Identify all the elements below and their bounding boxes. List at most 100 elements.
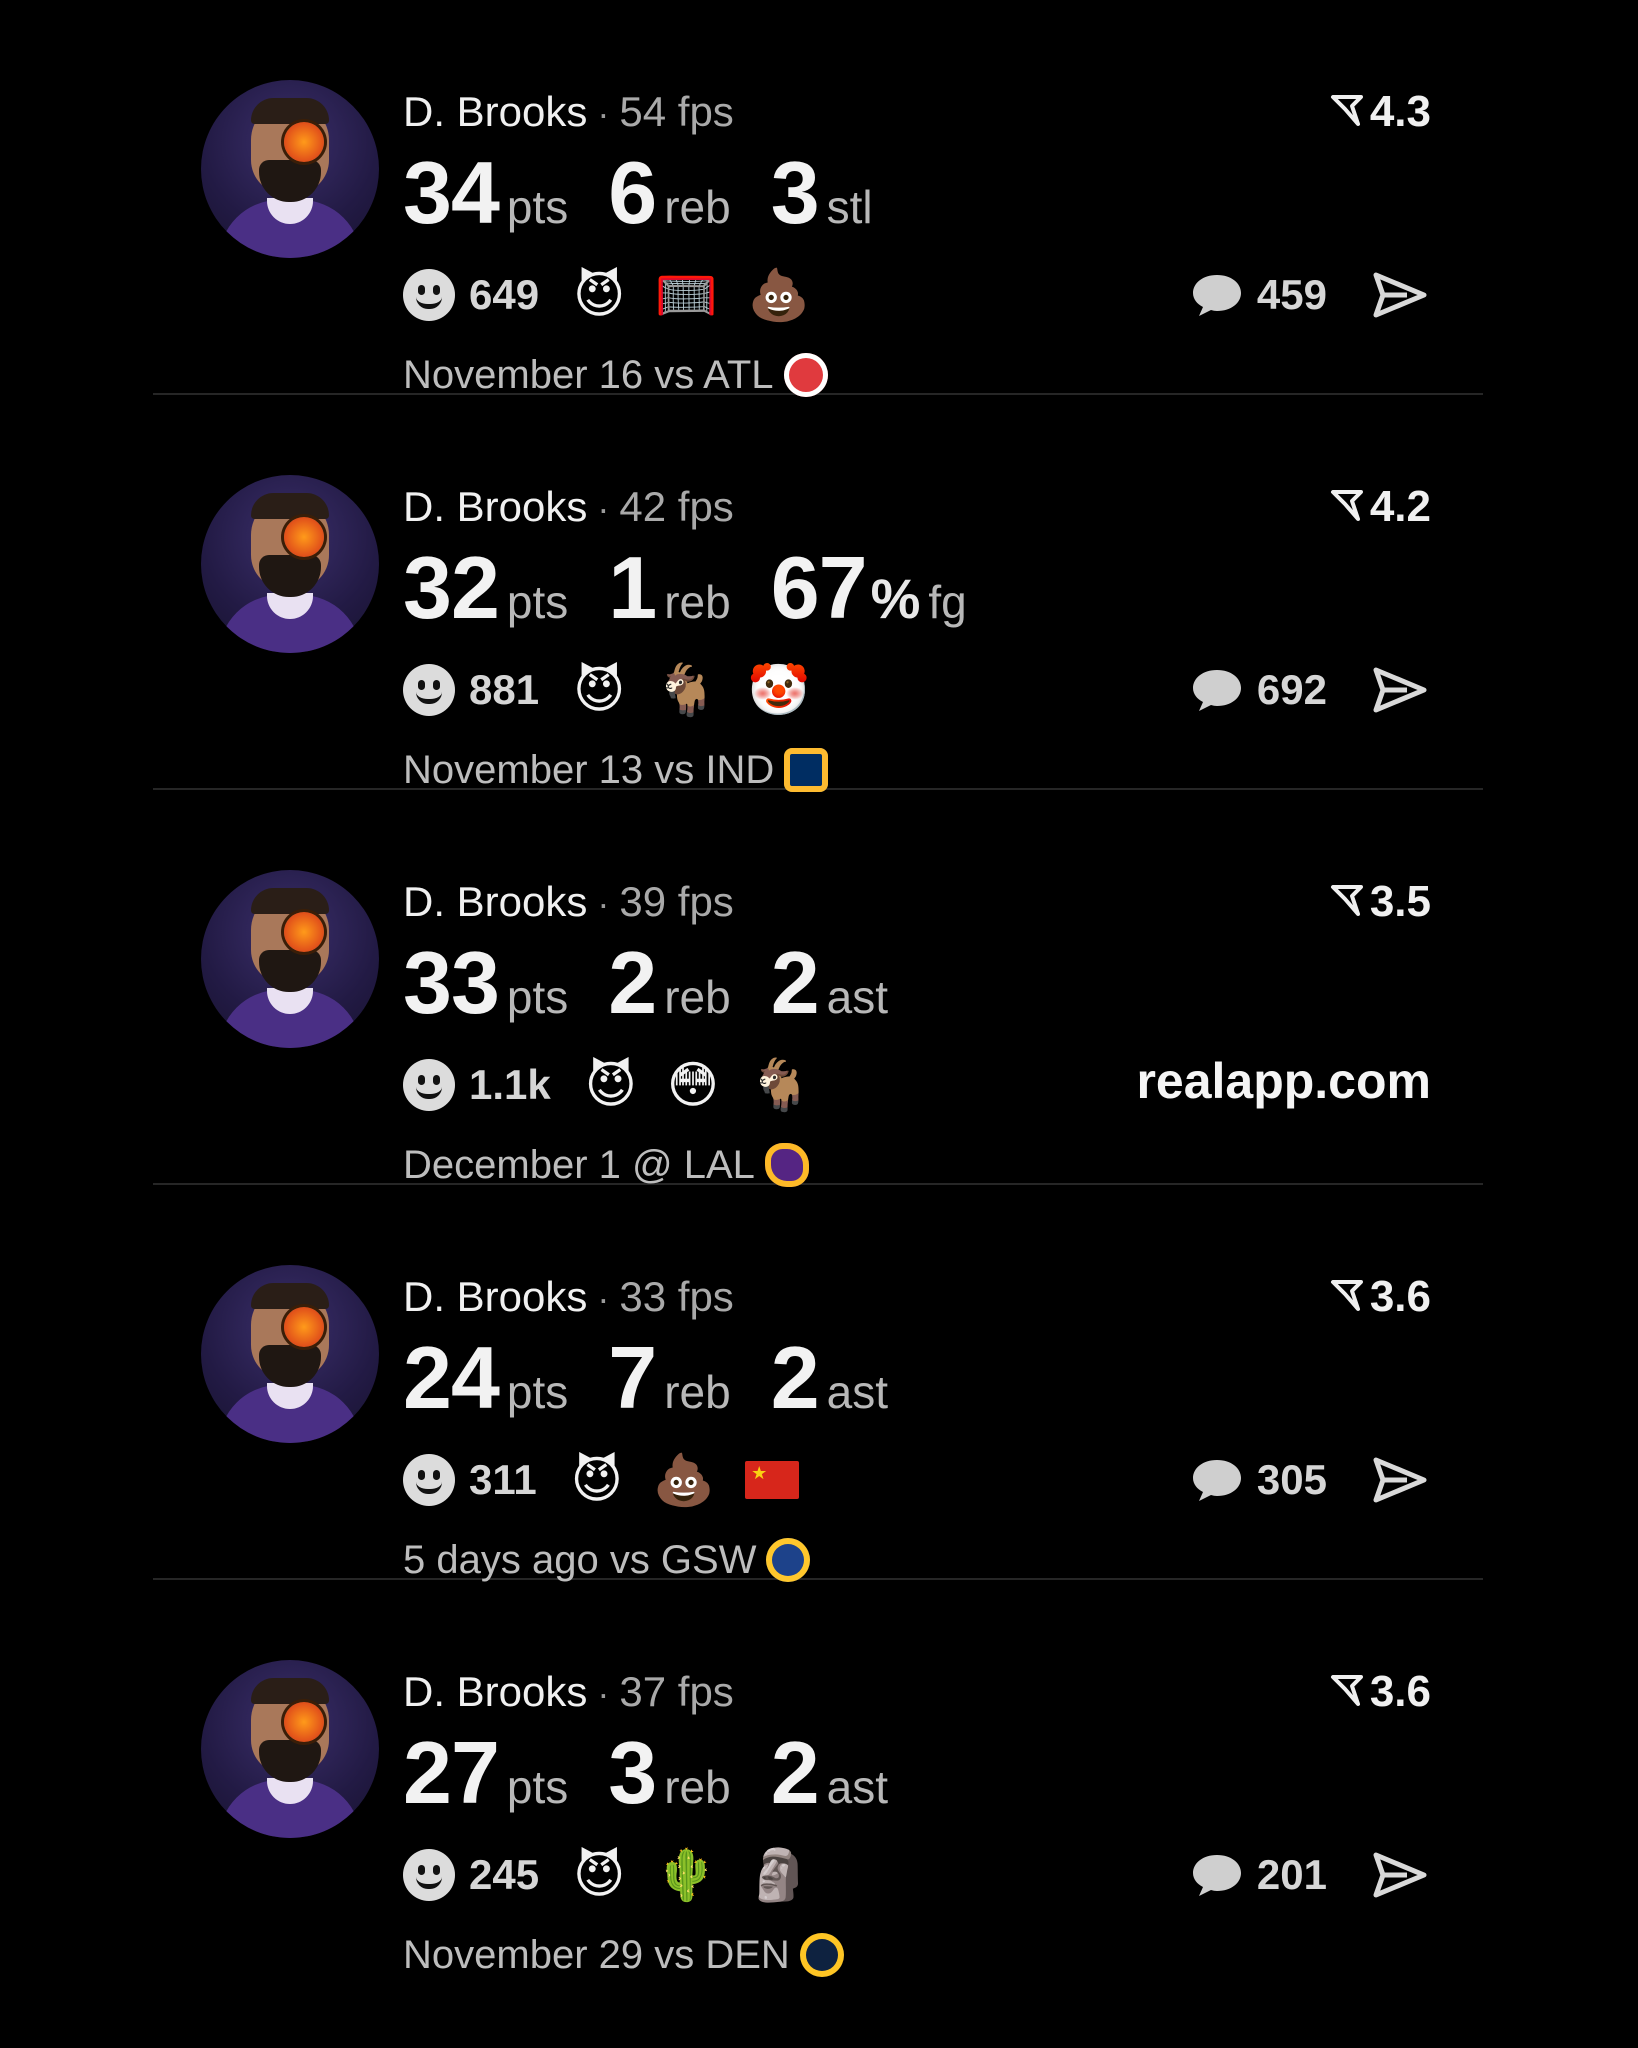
send-arrow-icon[interactable] xyxy=(1373,271,1427,319)
post-card[interactable]: D. Brooks · 33 fps 3.6 24 pts 7 reb 2 ast 311 😈… xyxy=(153,1185,1483,1582)
rating[interactable]: 3.6 xyxy=(1330,1664,1431,1720)
post-card[interactable]: D. Brooks · 42 fps 4.2 32 pts 1 reb 67% fg 881 … xyxy=(153,395,1483,792)
rating-arrow-icon xyxy=(1330,490,1363,522)
comment-count: 459 xyxy=(1256,271,1327,318)
rating-arrow-icon xyxy=(1330,95,1363,127)
stat-value: 2 xyxy=(770,1723,820,1822)
pacers-logo-icon xyxy=(784,748,829,792)
post-card[interactable]: D. Brooks · 37 fps 3.6 27 pts 3 reb 2 ast 245 😈… xyxy=(153,1580,1483,1977)
game-info[interactable]: 5 days ago vs GSW xyxy=(403,1535,756,1585)
player-avatar[interactable] xyxy=(201,1660,379,1838)
goal-net-emoji-icon[interactable]: 🥅 xyxy=(655,264,717,326)
devil-emoji-icon[interactable]: 😈 xyxy=(573,1844,625,1906)
devil-emoji-icon[interactable]: 😈 xyxy=(585,1054,637,1116)
stat-unit: reb xyxy=(664,181,731,233)
game-info[interactable]: November 13 vs IND xyxy=(403,745,774,795)
post-header: D. Brooks · 54 fps xyxy=(403,84,734,142)
player-name[interactable]: D. Brooks xyxy=(403,1668,587,1715)
devil-emoji-icon[interactable]: 😈 xyxy=(573,659,625,721)
post-header: D. Brooks · 37 fps xyxy=(403,1664,734,1722)
game-info[interactable]: November 29 vs DEN xyxy=(403,1930,790,1980)
flushed-emoji-icon[interactable]: 😳 xyxy=(667,1054,719,1116)
stat-unit: fg xyxy=(928,576,967,628)
comment-share-group: 305 xyxy=(1189,1449,1427,1511)
player-name[interactable]: D. Brooks xyxy=(403,1273,587,1320)
game-meta: November 13 vs IND xyxy=(403,745,829,795)
game-meta: November 29 vs DEN xyxy=(403,1930,844,1980)
rating[interactable]: 4.2 xyxy=(1330,479,1431,535)
stat-unit: ast xyxy=(826,1366,889,1418)
player-avatar[interactable] xyxy=(201,1265,379,1443)
cactus-emoji-icon[interactable]: 🌵 xyxy=(655,1844,717,1906)
suns-logo-icon xyxy=(284,122,324,162)
comment-share-group: 459 xyxy=(1189,264,1427,326)
player-name[interactable]: D. Brooks xyxy=(403,88,587,135)
separator-dot: · xyxy=(597,488,610,529)
suns-logo-icon xyxy=(284,912,324,952)
rating[interactable]: 3.6 xyxy=(1330,1269,1431,1325)
rating-arrow-icon xyxy=(1330,1675,1363,1707)
player-avatar[interactable] xyxy=(201,870,379,1048)
rating[interactable]: 4.3 xyxy=(1330,84,1431,140)
stat-unit: pts xyxy=(506,181,569,233)
suns-logo-icon xyxy=(284,517,324,557)
poop-emoji-icon[interactable]: 💩 xyxy=(747,264,809,326)
comment-bubble-icon[interactable] xyxy=(1189,271,1245,319)
china-flag-icon[interactable] xyxy=(745,1461,800,1499)
moai-emoji-icon[interactable]: 🗿 xyxy=(747,1844,809,1906)
rating-value: 3.5 xyxy=(1369,877,1431,926)
smiley-icon[interactable] xyxy=(403,1059,455,1111)
devil-emoji-icon[interactable]: 😈 xyxy=(571,1449,623,1511)
player-avatar[interactable] xyxy=(201,475,379,653)
fps-value: 37 xyxy=(619,1668,667,1715)
stat-line: 33 pts 2 reb 2 ast xyxy=(403,938,928,1028)
comment-bubble-icon[interactable] xyxy=(1189,1851,1245,1899)
post-header: D. Brooks · 33 fps xyxy=(403,1269,734,1327)
reaction-count: 1.1k xyxy=(469,1061,551,1108)
goat-emoji-icon[interactable]: 🐐 xyxy=(749,1054,811,1116)
smiley-icon[interactable] xyxy=(403,664,455,716)
send-arrow-icon[interactable] xyxy=(1373,1456,1427,1504)
stat-value: 1 xyxy=(608,538,657,637)
rating-arrow-icon xyxy=(1330,885,1363,917)
stat-unit: stl xyxy=(826,181,873,233)
fps-unit: fps xyxy=(677,878,734,925)
comment-bubble-icon[interactable] xyxy=(1189,666,1245,714)
stat-value: 27 xyxy=(403,1723,500,1822)
post-feed: D. Brooks · 54 fps 4.3 34 pts 6 reb 3 stl 649 😈… xyxy=(153,0,1483,1977)
game-info[interactable]: November 16 vs ATL xyxy=(403,350,774,400)
watermark: realapp.com xyxy=(1136,1053,1431,1109)
separator-dot: · xyxy=(597,93,610,134)
stat-line: 27 pts 3 reb 2 ast xyxy=(403,1728,928,1818)
goat-emoji-icon[interactable]: 🐐 xyxy=(655,659,717,721)
player-name[interactable]: D. Brooks xyxy=(403,878,587,925)
game-meta: November 16 vs ATL xyxy=(403,350,828,400)
post-card[interactable]: D. Brooks · 54 fps 4.3 34 pts 6 reb 3 stl 649 😈… xyxy=(153,0,1483,397)
player-avatar[interactable] xyxy=(201,80,379,258)
send-arrow-icon[interactable] xyxy=(1373,1851,1427,1899)
post-card[interactable]: D. Brooks · 39 fps 3.5 33 pts 2 reb 2 ast 1.1k … xyxy=(153,790,1483,1187)
comment-bubble-icon[interactable] xyxy=(1189,1456,1245,1504)
fps-value: 33 xyxy=(619,1273,667,1320)
stat-unit: reb xyxy=(664,971,731,1023)
game-info[interactable]: December 1 @ LAL xyxy=(403,1140,755,1190)
smiley-icon[interactable] xyxy=(403,1454,455,1506)
poop-emoji-icon[interactable]: 💩 xyxy=(653,1449,715,1511)
stat-unit: pts xyxy=(506,1366,569,1418)
rating[interactable]: 3.5 xyxy=(1330,874,1431,930)
nuggets-logo-icon xyxy=(799,1933,844,1977)
rating-value: 3.6 xyxy=(1369,1272,1431,1321)
reaction-row: 881 😈 🐐 🤡 xyxy=(403,659,840,721)
stat-unit: pts xyxy=(506,1761,569,1813)
reaction-count: 245 xyxy=(469,1851,540,1898)
stat-value: 32 xyxy=(403,538,500,637)
devil-emoji-icon[interactable]: 😈 xyxy=(573,264,625,326)
stat-unit: ast xyxy=(826,971,889,1023)
send-arrow-icon[interactable] xyxy=(1373,666,1427,714)
stat-value: 67 xyxy=(770,538,868,637)
reaction-count: 881 xyxy=(469,666,540,713)
player-name[interactable]: D. Brooks xyxy=(403,483,587,530)
smiley-icon[interactable] xyxy=(403,1849,455,1901)
clown-emoji-icon[interactable]: 🤡 xyxy=(747,659,809,721)
smiley-icon[interactable] xyxy=(403,269,455,321)
